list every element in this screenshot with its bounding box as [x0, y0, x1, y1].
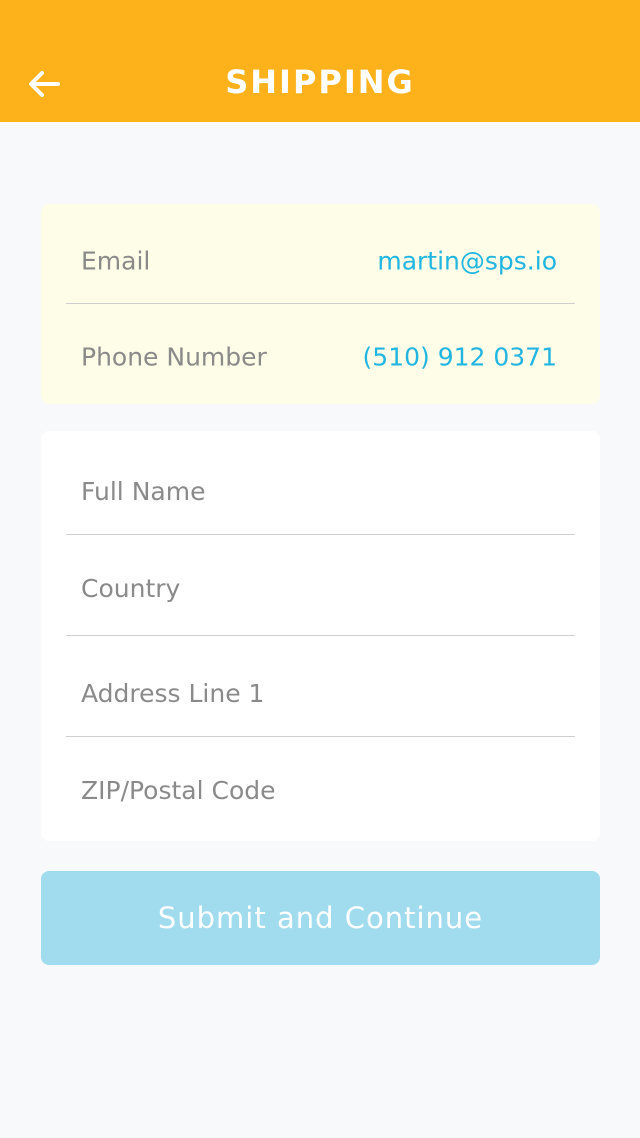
country-input[interactable] [81, 568, 560, 608]
divider [66, 534, 575, 535]
email-row: Email martin@sps.io [41, 212, 600, 310]
phone-label: Phone Number [81, 342, 267, 372]
page-title: SHIPPING [225, 63, 415, 101]
country-row [41, 538, 600, 638]
zip-postal-code-input[interactable] [81, 770, 560, 810]
email-label: Email [81, 246, 151, 276]
submit-and-continue-button[interactable]: Submit and Continue [41, 871, 600, 965]
contact-info-card: Email martin@sps.io Phone Number (510) 9… [41, 204, 600, 404]
divider [66, 635, 575, 636]
phone-row: Phone Number (510) 912 0371 [41, 308, 600, 406]
divider [66, 303, 575, 304]
address-row [41, 643, 600, 743]
shipping-form [41, 431, 600, 841]
app-header: SHIPPING [0, 0, 640, 122]
zip-row [41, 740, 600, 840]
email-value[interactable]: martin@sps.io [377, 247, 557, 276]
divider [66, 736, 575, 737]
full-name-input[interactable] [81, 471, 560, 511]
address-line-1-input[interactable] [81, 673, 560, 713]
phone-value[interactable]: (510) 912 0371 [363, 343, 557, 372]
full-name-row [41, 441, 600, 541]
